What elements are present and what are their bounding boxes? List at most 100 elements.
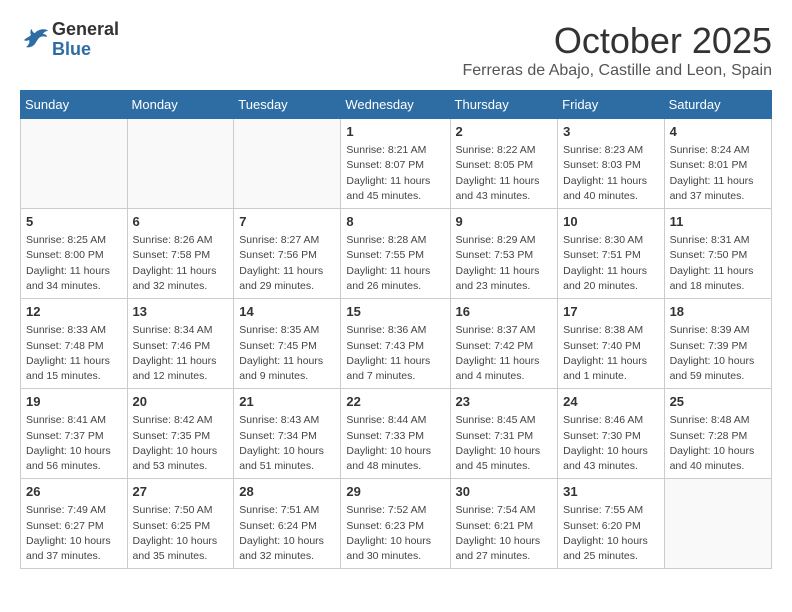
day-cell: 1 Sunrise: 8:21 AM Sunset: 8:07 PM Daylig… xyxy=(341,119,450,209)
day-cell: 30Sunrise: 7:54 AM Sunset: 6:21 PM Dayli… xyxy=(450,479,558,569)
title-section: October 2025 Ferreras de Abajo, Castille… xyxy=(462,20,772,80)
day-cell: 25 Sunrise: 8:48 AM Sunset: 7:28 PM Dayli… xyxy=(664,389,771,479)
day-info: Sunrise: 8:33 AM Sunset: 7:48 PM Dayligh… xyxy=(26,323,122,384)
day-number: 22 xyxy=(346,393,444,411)
week-row-2: 5 Sunrise: 8:25 AM Sunset: 8:00 PM Daylig… xyxy=(21,209,772,299)
day-info: Sunrise: 8:42 AM Sunset: 7:35 PM Dayligh… xyxy=(133,413,229,474)
day-info: Sunrise: 8:26 AM Sunset: 7:58 PM Dayligh… xyxy=(133,233,229,294)
day-number: 23 xyxy=(456,393,553,411)
week-row-1: 1 Sunrise: 8:21 AM Sunset: 8:07 PM Daylig… xyxy=(21,119,772,209)
header-friday: Friday xyxy=(558,91,664,119)
logo-blue-text: Blue xyxy=(52,40,119,60)
day-info: Sunrise: 7:49 AM Sunset: 6:27 PM Dayligh… xyxy=(26,503,122,564)
day-number: 11 xyxy=(670,213,766,231)
page-header: General Blue October 2025 Ferreras de Ab… xyxy=(20,20,772,80)
logo-general-text: General xyxy=(52,20,119,40)
header-thursday: Thursday xyxy=(450,91,558,119)
day-number: 21 xyxy=(239,393,335,411)
day-cell xyxy=(127,119,234,209)
day-cell: 26 Sunrise: 7:49 AM Sunset: 6:27 PM Dayli… xyxy=(21,479,128,569)
day-info: Sunrise: 8:24 AM Sunset: 8:01 PM Dayligh… xyxy=(670,143,766,204)
day-info: Sunrise: 8:25 AM Sunset: 8:00 PM Dayligh… xyxy=(26,233,122,294)
day-number: 1 xyxy=(346,123,444,141)
day-number: 6 xyxy=(133,213,229,231)
day-info: Sunrise: 8:43 AM Sunset: 7:34 PM Dayligh… xyxy=(239,413,335,474)
day-info: Sunrise: 8:38 AM Sunset: 7:40 PM Dayligh… xyxy=(563,323,658,384)
day-number: 7 xyxy=(239,213,335,231)
day-number: 24 xyxy=(563,393,658,411)
location-subtitle: Ferreras de Abajo, Castille and Leon, Sp… xyxy=(462,62,772,80)
day-info: Sunrise: 8:22 AM Sunset: 8:05 PM Dayligh… xyxy=(456,143,553,204)
header-sunday: Sunday xyxy=(21,91,128,119)
day-info: Sunrise: 8:39 AM Sunset: 7:39 PM Dayligh… xyxy=(670,323,766,384)
day-cell: 28Sunrise: 7:51 AM Sunset: 6:24 PM Dayli… xyxy=(234,479,341,569)
day-info: Sunrise: 8:27 AM Sunset: 7:56 PM Dayligh… xyxy=(239,233,335,294)
day-number: 25 xyxy=(670,393,766,411)
day-number: 2 xyxy=(456,123,553,141)
week-row-5: 26 Sunrise: 7:49 AM Sunset: 6:27 PM Dayli… xyxy=(21,479,772,569)
day-cell: 23 Sunrise: 8:45 AM Sunset: 7:31 PM Dayli… xyxy=(450,389,558,479)
day-number: 20 xyxy=(133,393,229,411)
day-number: 15 xyxy=(346,303,444,321)
day-number: 26 xyxy=(26,483,122,501)
day-info: Sunrise: 8:21 AM Sunset: 8:07 PM Dayligh… xyxy=(346,143,444,204)
day-number: 28 xyxy=(239,483,335,501)
day-cell: 31 Sunrise: 7:55 AM Sunset: 6:20 PM Dayli… xyxy=(558,479,664,569)
day-info: Sunrise: 8:37 AM Sunset: 7:42 PM Dayligh… xyxy=(456,323,553,384)
day-info: Sunrise: 8:28 AM Sunset: 7:55 PM Dayligh… xyxy=(346,233,444,294)
day-cell: 9Sunrise: 8:29 AM Sunset: 7:53 PM Daylig… xyxy=(450,209,558,299)
day-cell xyxy=(234,119,341,209)
day-number: 17 xyxy=(563,303,658,321)
day-number: 5 xyxy=(26,213,122,231)
day-info: Sunrise: 8:46 AM Sunset: 7:30 PM Dayligh… xyxy=(563,413,658,474)
day-info: Sunrise: 8:44 AM Sunset: 7:33 PM Dayligh… xyxy=(346,413,444,474)
day-info: Sunrise: 8:48 AM Sunset: 7:28 PM Dayligh… xyxy=(670,413,766,474)
day-cell: 8 Sunrise: 8:28 AM Sunset: 7:55 PM Daylig… xyxy=(341,209,450,299)
day-cell xyxy=(664,479,771,569)
day-cell: 5 Sunrise: 8:25 AM Sunset: 8:00 PM Daylig… xyxy=(21,209,128,299)
day-cell: 16 Sunrise: 8:37 AM Sunset: 7:42 PM Dayli… xyxy=(450,299,558,389)
day-number: 13 xyxy=(133,303,229,321)
day-number: 19 xyxy=(26,393,122,411)
day-number: 14 xyxy=(239,303,335,321)
day-cell: 10Sunrise: 8:30 AM Sunset: 7:51 PM Dayli… xyxy=(558,209,664,299)
day-cell xyxy=(21,119,128,209)
day-info: Sunrise: 8:30 AM Sunset: 7:51 PM Dayligh… xyxy=(563,233,658,294)
day-cell: 22 Sunrise: 8:44 AM Sunset: 7:33 PM Dayli… xyxy=(341,389,450,479)
day-info: Sunrise: 8:31 AM Sunset: 7:50 PM Dayligh… xyxy=(670,233,766,294)
day-cell: 24 Sunrise: 8:46 AM Sunset: 7:30 PM Dayli… xyxy=(558,389,664,479)
day-number: 16 xyxy=(456,303,553,321)
day-info: Sunrise: 7:52 AM Sunset: 6:23 PM Dayligh… xyxy=(346,503,444,564)
day-number: 12 xyxy=(26,303,122,321)
day-number: 4 xyxy=(670,123,766,141)
day-cell: 7 Sunrise: 8:27 AM Sunset: 7:56 PM Daylig… xyxy=(234,209,341,299)
day-info: Sunrise: 8:36 AM Sunset: 7:43 PM Dayligh… xyxy=(346,323,444,384)
logo-icon xyxy=(20,25,50,55)
day-cell: 6 Sunrise: 8:26 AM Sunset: 7:58 PM Daylig… xyxy=(127,209,234,299)
day-info: Sunrise: 8:29 AM Sunset: 7:53 PM Dayligh… xyxy=(456,233,553,294)
day-number: 30 xyxy=(456,483,553,501)
week-row-3: 12 Sunrise: 8:33 AM Sunset: 7:48 PM Dayli… xyxy=(21,299,772,389)
day-cell: 17 Sunrise: 8:38 AM Sunset: 7:40 PM Dayli… xyxy=(558,299,664,389)
day-cell: 11 Sunrise: 8:31 AM Sunset: 7:50 PM Dayli… xyxy=(664,209,771,299)
logo: General Blue xyxy=(20,20,119,60)
day-cell: 19Sunrise: 8:41 AM Sunset: 7:37 PM Dayli… xyxy=(21,389,128,479)
day-cell: 2 Sunrise: 8:22 AM Sunset: 8:05 PM Daylig… xyxy=(450,119,558,209)
day-info: Sunrise: 8:34 AM Sunset: 7:46 PM Dayligh… xyxy=(133,323,229,384)
day-info: Sunrise: 8:35 AM Sunset: 7:45 PM Dayligh… xyxy=(239,323,335,384)
day-number: 8 xyxy=(346,213,444,231)
day-number: 18 xyxy=(670,303,766,321)
week-row-4: 19Sunrise: 8:41 AM Sunset: 7:37 PM Dayli… xyxy=(21,389,772,479)
day-cell: 29Sunrise: 7:52 AM Sunset: 6:23 PM Dayli… xyxy=(341,479,450,569)
day-info: Sunrise: 7:55 AM Sunset: 6:20 PM Dayligh… xyxy=(563,503,658,564)
header-monday: Monday xyxy=(127,91,234,119)
header-tuesday: Tuesday xyxy=(234,91,341,119)
logo-name: General Blue xyxy=(52,20,119,60)
day-number: 27 xyxy=(133,483,229,501)
day-info: Sunrise: 8:45 AM Sunset: 7:31 PM Dayligh… xyxy=(456,413,553,474)
day-cell: 18 Sunrise: 8:39 AM Sunset: 7:39 PM Dayli… xyxy=(664,299,771,389)
day-number: 31 xyxy=(563,483,658,501)
month-year-title: October 2025 xyxy=(462,20,772,62)
day-info: Sunrise: 7:50 AM Sunset: 6:25 PM Dayligh… xyxy=(133,503,229,564)
day-cell: 3Sunrise: 8:23 AM Sunset: 8:03 PM Daylig… xyxy=(558,119,664,209)
